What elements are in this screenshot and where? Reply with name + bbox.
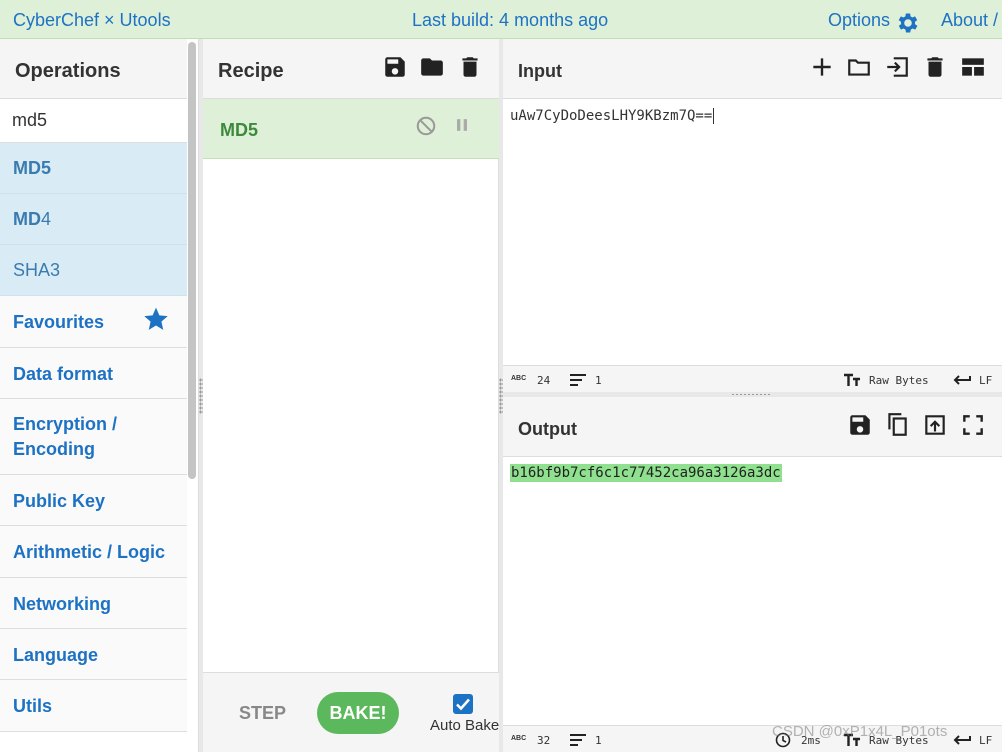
- open-folder-icon[interactable]: [846, 54, 872, 80]
- auto-bake-checkbox[interactable]: [453, 694, 473, 714]
- category-data-format[interactable]: Data format: [0, 348, 187, 399]
- folder-icon[interactable]: [419, 54, 445, 80]
- open-file-icon[interactable]: [884, 54, 910, 80]
- category-label: Language: [13, 645, 99, 665]
- operations-title: Operations: [15, 60, 121, 82]
- trash-icon[interactable]: [457, 54, 483, 80]
- input-eol[interactable]: LF: [979, 374, 992, 387]
- search-result-md4[interactable]: MD4: [0, 194, 187, 245]
- search-result-rest: SHA3: [13, 260, 61, 280]
- recipe-operation-md5[interactable]: MD5: [203, 99, 499, 159]
- gear-icon[interactable]: [895, 10, 921, 36]
- eol-icon: [953, 735, 971, 745]
- input-textarea[interactable]: uAw7CyDoDeesLHY9KBzm7Q==: [510, 108, 715, 124]
- category-label: Encryption / Encoding: [13, 414, 118, 459]
- length-icon: ABC: [511, 735, 527, 742]
- save-output-icon[interactable]: [847, 412, 873, 438]
- replace-input-icon[interactable]: [922, 412, 948, 438]
- operations-search-input[interactable]: [0, 99, 187, 142]
- category-arithmetic-logic[interactable]: Arithmetic / Logic: [0, 526, 187, 578]
- operations-search-box: [0, 99, 187, 143]
- lines-icon: [570, 374, 586, 386]
- output-title: Output: [518, 419, 577, 439]
- category-language[interactable]: Language: [0, 629, 187, 680]
- output-header: Output: [503, 397, 1002, 457]
- operations-header: Operations: [0, 39, 187, 99]
- output-panel: Output b16bf9b7cf6c1c77452ca96a3126a3dc …: [503, 397, 1002, 752]
- app-title: CyberChef × Utools: [13, 10, 171, 30]
- top-banner: CyberChef × Utools Last build: 4 months …: [0, 0, 1002, 39]
- search-result-md5[interactable]: MD5: [0, 143, 187, 194]
- category-label: Data format: [13, 364, 114, 384]
- input-header: Input: [503, 39, 1002, 99]
- clear-input-icon[interactable]: [922, 54, 948, 80]
- maximise-icon[interactable]: [960, 412, 986, 438]
- text-format-icon: [844, 373, 860, 386]
- length-icon: ABC: [511, 375, 527, 382]
- input-encoding[interactable]: Raw Bytes: [869, 374, 929, 387]
- star-icon: [144, 307, 168, 330]
- recipe-header: Recipe: [203, 39, 499, 99]
- category-encryption-encoding[interactable]: Encryption / Encoding: [0, 399, 187, 475]
- save-icon[interactable]: [382, 54, 408, 80]
- recipe-controls: STEP BAKE! Auto Bake: [203, 672, 499, 752]
- lines-icon: [570, 734, 586, 746]
- search-result-match: MD: [13, 209, 41, 229]
- eol-icon: [953, 375, 971, 385]
- category-label: Arithmetic / Logic: [13, 542, 166, 562]
- recipe-panel: Recipe MD5 STEP BAKE! Auto Bake: [203, 39, 499, 752]
- watermark: CSDN @0xP1x4L_P01ots: [772, 723, 948, 740]
- bake-button[interactable]: BAKE!: [317, 692, 399, 734]
- reset-layout-icon[interactable]: [960, 54, 986, 80]
- category-label: Public Key: [13, 491, 106, 511]
- output-text[interactable]: b16bf9b7cf6c1c77452ca96a3126a3dc: [510, 464, 782, 482]
- resize-grip[interactable]: [731, 393, 771, 396]
- search-results-list: MD5 MD4 SHA3: [0, 143, 187, 296]
- search-result-rest: 4: [41, 209, 52, 229]
- output-length: 32: [537, 734, 551, 747]
- output-lines: 1: [595, 734, 602, 747]
- last-build-text: Last build: 4 months ago: [412, 10, 609, 30]
- step-button[interactable]: STEP: [239, 703, 286, 724]
- output-eol[interactable]: LF: [979, 734, 992, 747]
- copy-icon[interactable]: [884, 412, 910, 438]
- category-label: Utils: [13, 696, 53, 716]
- category-utils[interactable]: Utils: [0, 680, 187, 732]
- category-favourites[interactable]: Favourites: [0, 296, 187, 348]
- about-link[interactable]: About /: [941, 10, 998, 31]
- pause-icon[interactable]: [452, 115, 472, 135]
- category-list: Favourites Data format Encryption / Enco…: [0, 296, 187, 732]
- auto-bake-label: Auto Bake: [430, 717, 500, 734]
- disable-icon[interactable]: [415, 115, 437, 137]
- recipe-title: Recipe: [218, 60, 284, 82]
- add-tab-icon[interactable]: [809, 54, 835, 80]
- input-text-value: uAw7CyDoDeesLHY9KBzm7Q==: [510, 108, 713, 124]
- operations-scrollbar[interactable]: [188, 42, 196, 479]
- checkmark-icon: [456, 698, 470, 711]
- input-title: Input: [518, 61, 562, 81]
- category-networking[interactable]: Networking: [0, 578, 187, 629]
- input-status-bar: ABC 24 1 Raw Bytes LF: [503, 365, 1002, 392]
- search-result-sha3[interactable]: SHA3: [0, 245, 187, 296]
- category-label: Networking: [13, 594, 112, 614]
- recipe-operation-label: MD5: [220, 120, 259, 140]
- text-caret: [713, 108, 715, 124]
- category-public-key[interactable]: Public Key: [0, 475, 187, 526]
- category-label: Favourites: [13, 312, 105, 332]
- input-panel: Input uAw7CyDoDeesLHY9KBzm7Q== ABC 24 1: [503, 39, 1002, 392]
- input-length: 24: [537, 374, 551, 387]
- operations-panel: Operations MD5 MD4 SHA3 Favourites Data …: [0, 39, 199, 752]
- options-link[interactable]: Options: [828, 10, 890, 31]
- input-lines: 1: [595, 374, 602, 387]
- search-result-match: MD5: [13, 158, 52, 178]
